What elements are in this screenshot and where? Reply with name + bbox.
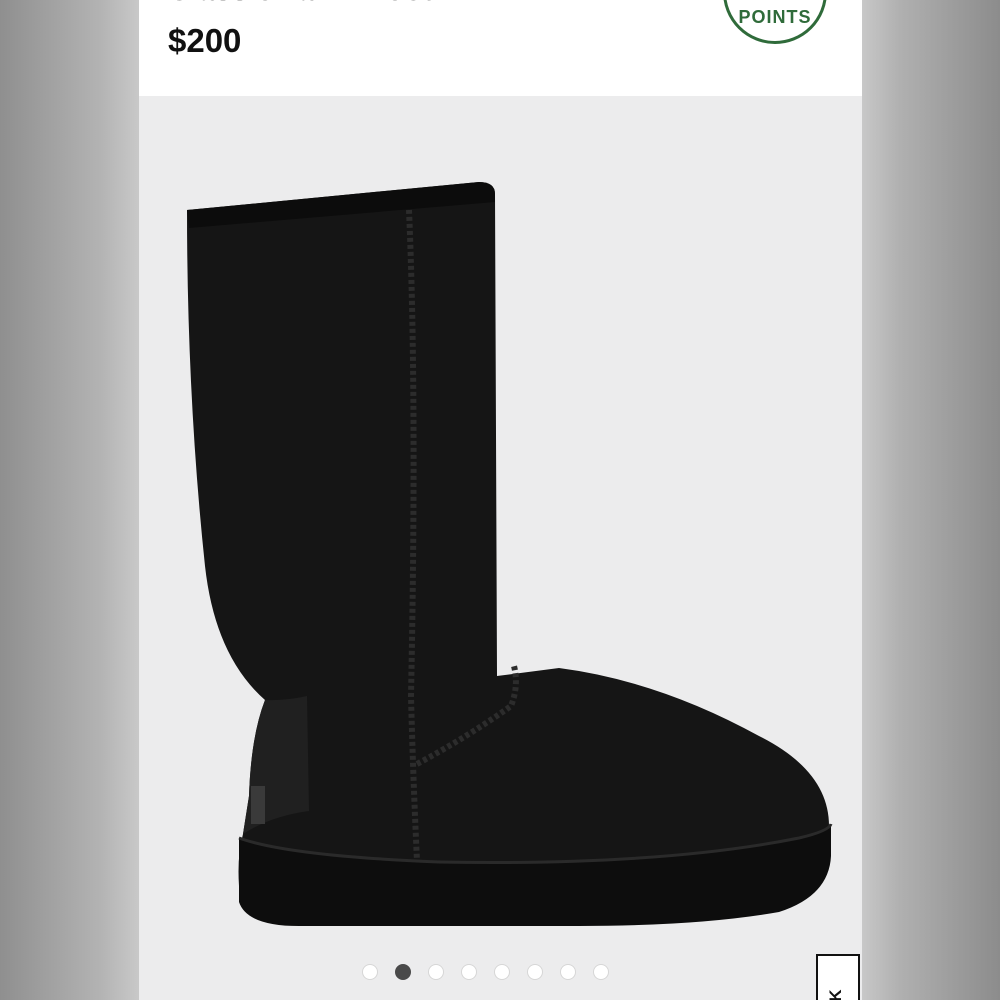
- carousel-dot-active[interactable]: [395, 964, 411, 980]
- points-label: POINTS: [738, 7, 812, 27]
- carousel-dots: [139, 964, 862, 980]
- carousel-dot[interactable]: [494, 964, 510, 980]
- boot-image: [187, 182, 833, 926]
- product-page: Classic Tall II Boot $200 POINTS: [139, 0, 862, 1000]
- feedback-side-tab[interactable]: CK: [816, 954, 860, 1000]
- carousel-dot[interactable]: [461, 964, 477, 980]
- product-title: Classic Tall II Boot: [168, 0, 433, 8]
- carousel-dot[interactable]: [560, 964, 576, 980]
- product-image-carousel[interactable]: CK: [139, 96, 862, 1000]
- product-header: Classic Tall II Boot $200 POINTS: [139, 0, 862, 96]
- product-price: $200: [168, 22, 242, 59]
- carousel-dot[interactable]: [362, 964, 378, 980]
- side-tab-label: CK: [826, 987, 846, 1000]
- carousel-dot[interactable]: [527, 964, 543, 980]
- carousel-dot[interactable]: [428, 964, 444, 980]
- points-badge[interactable]: POINTS: [723, 0, 827, 44]
- carousel-dot[interactable]: [593, 964, 609, 980]
